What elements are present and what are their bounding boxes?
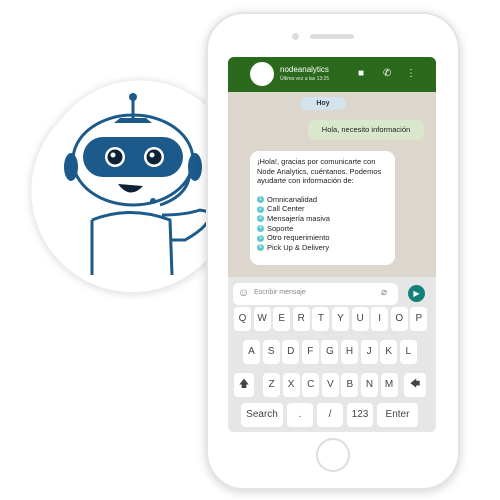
message-intro: ¡Hola!, gracias por comunicarte con Node…: [257, 157, 382, 186]
contact-avatar[interactable]: [250, 62, 274, 86]
message-input[interactable]: ☺ Escribir mensaje ⌀: [233, 283, 398, 305]
option-label: Soporte: [267, 223, 294, 233]
backspace-key[interactable]: 🡄: [404, 373, 426, 397]
option-label: Pick Up & Delivery: [267, 242, 330, 252]
search-key[interactable]: Search: [241, 403, 283, 427]
attach-icon[interactable]: ⌀: [381, 287, 387, 298]
key[interactable]: P: [410, 307, 428, 331]
key[interactable]: K: [380, 340, 398, 364]
contact-name: nodeanalytics: [280, 65, 329, 74]
numbers-key[interactable]: 123: [347, 403, 373, 427]
outgoing-message: Hola, necesito información: [308, 120, 424, 140]
key[interactable]: N: [361, 373, 378, 397]
key[interactable]: F: [301, 340, 319, 364]
key[interactable]: A: [243, 340, 260, 364]
option-item: 4 Soporte: [257, 224, 388, 234]
front-camera: [292, 33, 299, 40]
option-label: Omnicanalidad: [267, 194, 318, 204]
key[interactable]: C: [302, 373, 320, 397]
option-label: Otro requerimiento: [267, 233, 330, 243]
key[interactable]: D: [282, 340, 300, 364]
number-badge: 1: [257, 196, 264, 204]
key[interactable]: R: [292, 307, 310, 331]
emoji-icon[interactable]: ☺: [238, 287, 249, 299]
key[interactable]: X: [282, 373, 300, 397]
key[interactable]: Y: [332, 307, 349, 331]
option-item: 6 Pick Up & Delivery: [257, 243, 388, 253]
send-button[interactable]: ▶: [408, 285, 425, 302]
chat-screen: nodeanalytics Última vez a las 13:25 ■ ✆…: [228, 57, 436, 432]
key[interactable]: W: [253, 307, 271, 331]
option-item: 5 Otro requerimiento: [257, 233, 388, 243]
phone-icon[interactable]: ✆: [383, 68, 391, 79]
number-badge: 6: [257, 244, 264, 252]
number-badge: 2: [257, 205, 264, 213]
slash-key[interactable]: /: [317, 403, 343, 427]
key[interactable]: M: [380, 373, 398, 397]
shift-key[interactable]: 🡅: [234, 373, 254, 397]
key[interactable]: I: [371, 307, 389, 331]
option-item: 1 Omnicanalidad: [257, 195, 388, 205]
key[interactable]: V: [321, 373, 339, 397]
option-item: 2 Call Center: [257, 204, 388, 214]
keyboard: ☺ Escribir mensaje ⌀ ▶ QWERTYUIOP ASDFGHJ…: [228, 277, 436, 432]
key[interactable]: Z: [263, 373, 280, 397]
number-badge: 5: [257, 234, 264, 242]
enter-key[interactable]: Enter: [377, 403, 418, 427]
key[interactable]: L: [399, 340, 417, 364]
key[interactable]: Q: [234, 307, 251, 331]
key[interactable]: J: [360, 340, 378, 364]
key[interactable]: T: [312, 307, 330, 331]
date-chip: Hoy: [300, 97, 346, 110]
key[interactable]: E: [273, 307, 291, 331]
last-seen: Última vez a las 13:25: [280, 76, 330, 82]
key[interactable]: S: [262, 340, 280, 364]
option-item: 3 Mensajería masiva: [257, 214, 388, 224]
key[interactable]: G: [321, 340, 339, 364]
home-button[interactable]: [316, 438, 350, 472]
chat-header: nodeanalytics Última vez a las 13:25 ■ ✆…: [228, 57, 436, 92]
more-vert-icon[interactable]: ⋮: [406, 68, 416, 79]
option-label: Mensajería masiva: [267, 213, 330, 223]
period-key[interactable]: .: [287, 403, 313, 427]
number-badge: 4: [257, 225, 264, 233]
key[interactable]: O: [390, 307, 408, 331]
message-placeholder: Escribir mensaje: [254, 289, 306, 296]
key[interactable]: B: [341, 373, 359, 397]
speaker-grille: [310, 34, 354, 39]
video-icon[interactable]: ■: [358, 68, 364, 79]
incoming-message: ¡Hola!, gracias por comunicarte con Node…: [250, 151, 395, 265]
number-badge: 3: [257, 215, 264, 223]
key[interactable]: U: [351, 307, 369, 331]
key[interactable]: H: [341, 340, 358, 364]
option-label: Call Center: [267, 204, 305, 214]
